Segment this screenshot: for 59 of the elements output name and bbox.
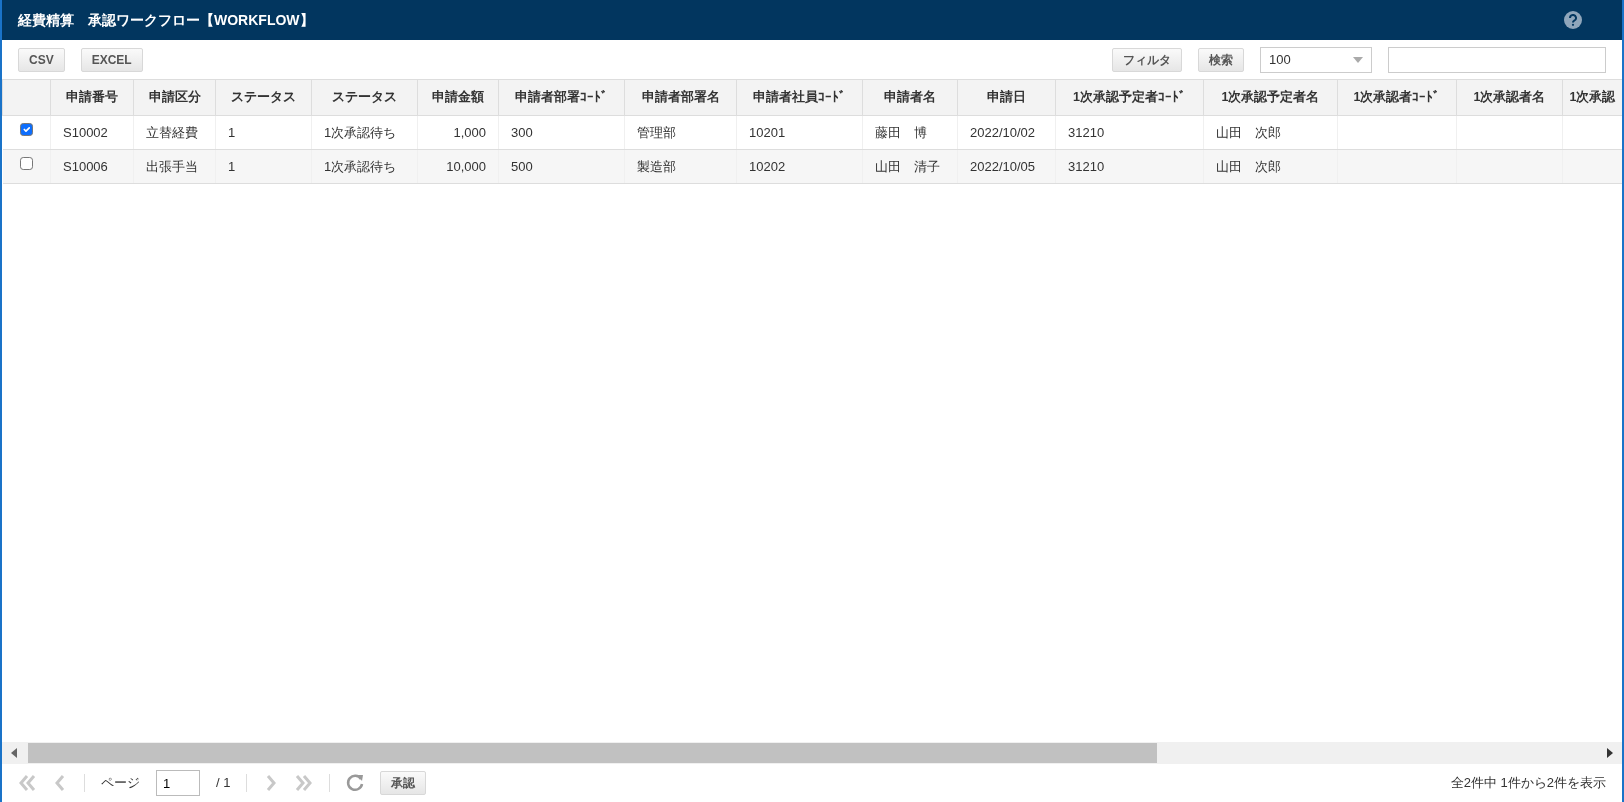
column-header: 申請者名 xyxy=(862,79,958,116)
row-checkbox[interactable] xyxy=(19,156,33,170)
table-cell: 300 xyxy=(498,115,625,150)
table-cell: 1 xyxy=(215,149,312,184)
column-header: 1次承認 xyxy=(1562,79,1622,116)
scrollbar-thumb[interactable] xyxy=(28,743,1157,763)
column-header: ステータス xyxy=(215,79,312,116)
export-button[interactable]: EXCEL xyxy=(80,47,143,72)
last-page-icon[interactable] xyxy=(295,774,314,792)
table-cell: 出張手当 xyxy=(133,149,216,184)
table-cell: 31210 xyxy=(1055,115,1204,150)
column-header: ステータス xyxy=(311,79,418,116)
table-cell: 10201 xyxy=(736,115,863,150)
help-icon[interactable] xyxy=(1564,11,1582,29)
table-cell: 製造部 xyxy=(624,149,737,184)
table-cell: 山田 次郎 xyxy=(1203,149,1338,184)
page-number-field[interactable]: 1 xyxy=(156,770,200,796)
table-cell: 山田 清子 xyxy=(862,149,958,184)
table-cell: 2022/10/05 xyxy=(957,149,1056,184)
table-cell: 10202 xyxy=(736,149,863,184)
table-cell: 500 xyxy=(498,149,625,184)
toolbar-button[interactable]: 検索 xyxy=(1198,47,1244,72)
page-label: ページ xyxy=(101,774,140,793)
record-summary: 全2件中 1件から2件を表示 xyxy=(1450,774,1606,793)
table-cell: 2022/10/02 xyxy=(957,115,1056,150)
table-cell: S10002 xyxy=(50,115,134,150)
column-header: 申請区分 xyxy=(133,79,216,116)
table-cell: 山田 次郎 xyxy=(1203,115,1338,150)
column-header: 申請者部署名 xyxy=(624,79,737,116)
table-cell: 立替経費 xyxy=(133,115,216,150)
column-header: 申請金額 xyxy=(417,79,499,116)
column-header: 申請者社員ｺｰﾄﾞ xyxy=(736,79,863,116)
approve-button[interactable]: 承認 xyxy=(380,771,427,795)
table-cell: 管理部 xyxy=(624,115,737,150)
column-header: 1次承認予定者名 xyxy=(1203,79,1338,116)
column-header: 1次承認者名 xyxy=(1456,79,1563,116)
page-total: / 1 xyxy=(216,774,231,793)
table-cell: 1,000 xyxy=(417,115,499,150)
search-field[interactable] xyxy=(1388,46,1606,73)
caret-icon xyxy=(1353,56,1363,63)
column-header: 申請者部署ｺｰﾄﾞ xyxy=(498,79,625,116)
table-cell: 31210 xyxy=(1055,149,1204,184)
row-checkbox[interactable] xyxy=(19,122,33,136)
column-header: 申請日 xyxy=(957,79,1056,116)
page-size-dropdown[interactable]: 100 xyxy=(1260,46,1372,73)
column-header: 申請番号 xyxy=(50,79,134,116)
toolbar-button[interactable]: フィルタ xyxy=(1112,47,1182,72)
column-header: 1次承認予定者ｺｰﾄﾞ xyxy=(1055,79,1204,116)
refresh-icon[interactable] xyxy=(346,774,365,792)
first-page-icon[interactable] xyxy=(18,774,36,792)
window-title: 経費精算 承認ワークフロー【WORKFLOW】 xyxy=(18,11,314,29)
table-cell: 藤田 博 xyxy=(862,115,958,150)
table-cell: S10006 xyxy=(50,149,134,184)
table-cell: 10,000 xyxy=(417,149,499,184)
table-cell: 1 xyxy=(215,115,312,150)
table-cell: 1次承認待ち xyxy=(311,149,418,184)
column-header: 1次承認者ｺｰﾄﾞ xyxy=(1337,79,1457,116)
export-button[interactable]: CSV xyxy=(18,47,65,72)
table-cell: 1次承認待ち xyxy=(311,115,418,150)
